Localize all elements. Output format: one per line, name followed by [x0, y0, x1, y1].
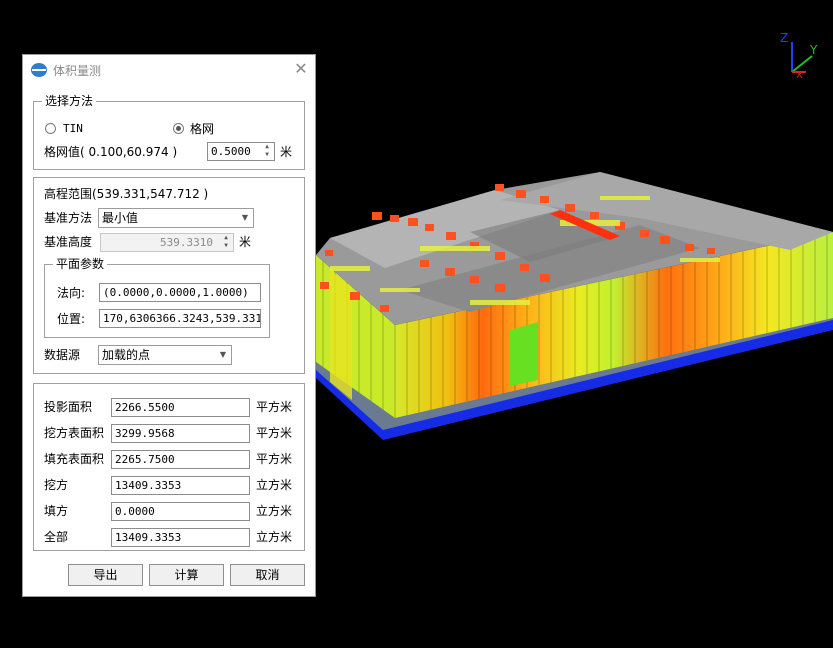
- export-button[interactable]: 导出: [68, 564, 143, 586]
- result-label: 挖方表面积: [44, 426, 105, 440]
- result-value-field[interactable]: 2266.5500: [111, 398, 250, 417]
- elevation-group: 高程范围(539.331,547.712 ) 基准方法 最小值 ▼ 基准高度 5…: [33, 177, 305, 374]
- base-height-input[interactable]: 539.3310 ▲ ▼: [100, 233, 234, 252]
- result-value-field[interactable]: 0.0000: [111, 502, 250, 521]
- result-label: 填方: [44, 504, 69, 518]
- result-unit: 立方米: [256, 478, 293, 492]
- result-unit: 立方米: [256, 504, 293, 518]
- result-label: 填充表面积: [44, 452, 105, 466]
- tin-radio[interactable]: [45, 123, 56, 134]
- cancel-button[interactable]: 取消: [230, 564, 305, 586]
- result-unit: 立方米: [256, 530, 293, 544]
- plane-params-legend: 平面参数: [53, 257, 108, 271]
- base-height-label: 基准高度: [44, 235, 93, 249]
- position-input[interactable]: 170,6306366.3243,539.3310): [99, 309, 261, 328]
- base-method-select[interactable]: 最小值 ▼: [98, 208, 254, 228]
- grid-value-spinner[interactable]: ▲ ▼: [260, 143, 274, 160]
- axis-z-label: Z: [780, 31, 788, 45]
- tin-label[interactable]: TIN: [63, 121, 83, 137]
- normal-label: 法向:: [57, 286, 86, 300]
- base-height-spinner[interactable]: ▲ ▼: [219, 234, 233, 251]
- data-source-label: 数据源: [44, 348, 81, 362]
- dialog-titlebar[interactable]: 体积量测 ✕: [23, 55, 315, 85]
- method-group: 选择方法 TIN 格网 格网值( 0.100,60.974 ) 0.5000 ▲…: [33, 94, 305, 170]
- grid-unit: 米: [280, 145, 293, 159]
- result-value-field[interactable]: 13409.3353: [111, 528, 250, 547]
- compute-button[interactable]: 计算: [149, 564, 224, 586]
- volume-measure-dialog: 体积量测 ✕ 选择方法 TIN 格网 格网值( 0.100,60.974 ) 0…: [22, 54, 316, 597]
- result-label: 全部: [44, 530, 69, 544]
- plane-params-group: 平面参数 法向: (0.0000,0.0000,1.0000) 位置: 170,…: [44, 257, 270, 338]
- grid-value-label: 格网值( 0.100,60.974 ): [44, 145, 178, 159]
- method-legend: 选择方法: [42, 94, 97, 108]
- result-unit: 平方米: [256, 400, 293, 414]
- elevation-range-label: 高程范围(539.331,547.712 ): [44, 187, 209, 201]
- result-value-field[interactable]: 2265.7500: [111, 450, 250, 469]
- result-label: 投影面积: [44, 400, 93, 414]
- data-source-select[interactable]: 加载的点 ▼: [98, 345, 232, 365]
- normal-input[interactable]: (0.0000,0.0000,1.0000): [99, 283, 261, 302]
- axis-x-label: X: [796, 70, 803, 81]
- app-logo-icon: [31, 63, 47, 77]
- position-label: 位置:: [57, 312, 86, 326]
- result-value-field[interactable]: 3299.9568: [111, 424, 250, 443]
- result-value-field[interactable]: 13409.3353: [111, 476, 250, 495]
- axis-gizmo: Z Y X: [780, 31, 818, 81]
- chevron-down-icon: ▼: [219, 350, 226, 359]
- grid-label[interactable]: 格网: [190, 121, 214, 137]
- grid-value-input[interactable]: 0.5000 ▲ ▼: [207, 142, 275, 161]
- point-cloud-model: [316, 172, 833, 440]
- dialog-title: 体积量测: [53, 64, 102, 78]
- grid-radio[interactable]: [173, 123, 184, 134]
- result-unit: 平方米: [256, 426, 293, 440]
- axis-y-label: Y: [809, 43, 818, 57]
- result-label: 挖方: [44, 478, 69, 492]
- base-method-label: 基准方法: [44, 211, 93, 225]
- close-button[interactable]: ✕: [291, 59, 311, 79]
- results-group: 投影面积 2266.5500 平方米 挖方表面积 3299.9568 平方米 填充表面积 22…: [33, 383, 305, 551]
- base-height-unit: 米: [239, 235, 252, 249]
- chevron-down-icon: ▼: [241, 213, 248, 222]
- result-unit: 平方米: [256, 452, 293, 466]
